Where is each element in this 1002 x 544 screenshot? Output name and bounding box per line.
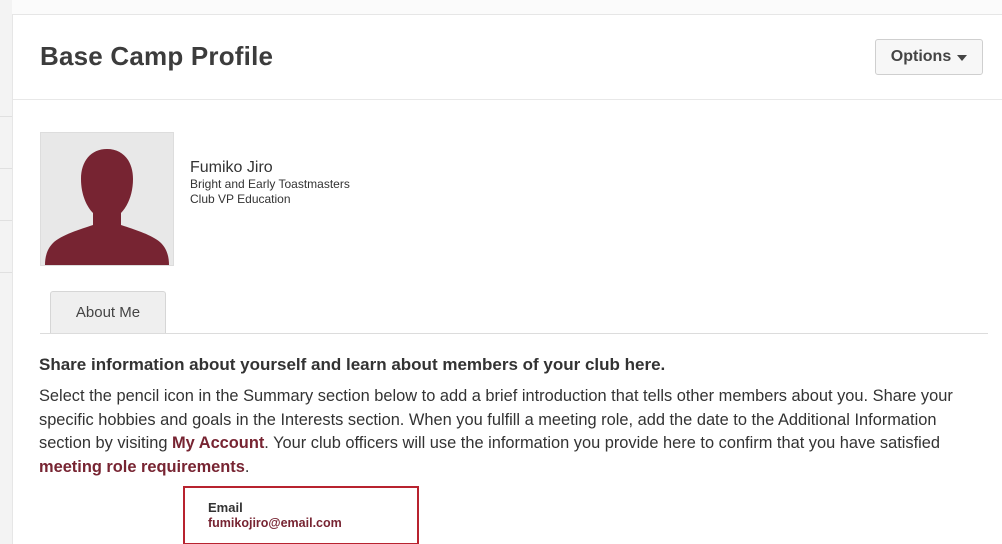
my-account-link[interactable]: My Account (172, 434, 264, 452)
page: Base Camp Profile Options Fumiko Jiro Br… (0, 0, 1002, 544)
intro-text-part-2: . Your club officers will use the inform… (264, 434, 941, 452)
email-label: Email (208, 500, 243, 515)
intro-text-part-3: . (244, 457, 250, 476)
sidebar-divider (0, 220, 12, 221)
sidebar-divider (0, 272, 12, 273)
tab-about-me[interactable]: About Me (50, 291, 166, 333)
caret-down-icon (957, 55, 968, 61)
intro-text: Select the pencil icon in the Summary se… (39, 385, 989, 479)
email-highlight-box: Email fumikojiro@email.com (183, 486, 419, 544)
profile-name: Fumiko Jiro (190, 159, 273, 176)
person-silhouette-icon (45, 149, 169, 265)
sidebar-divider (0, 168, 12, 169)
left-sidebar-strip (0, 0, 12, 544)
profile-club: Bright and Early Toastmasters (190, 177, 350, 191)
email-value[interactable]: fumikojiro@email.com (208, 515, 417, 531)
options-button-label: Options (890, 48, 952, 65)
avatar (40, 132, 174, 266)
meeting-role-requirements-link[interactable]: meeting role requirements (39, 458, 245, 476)
sidebar-divider (0, 116, 12, 117)
profile-panel: Base Camp Profile Options Fumiko Jiro Br… (12, 14, 1002, 544)
tab-bar: About Me (40, 291, 988, 334)
options-button[interactable]: Options (875, 39, 983, 75)
profile-role: Club VP Education (190, 192, 291, 206)
profile-info: Fumiko Jiro Bright and Early Toastmaster… (190, 158, 350, 207)
intro-heading: Share information about yourself and lea… (39, 355, 666, 374)
page-title: Base Camp Profile (40, 41, 274, 71)
panel-header: Base Camp Profile Options (13, 15, 1002, 100)
